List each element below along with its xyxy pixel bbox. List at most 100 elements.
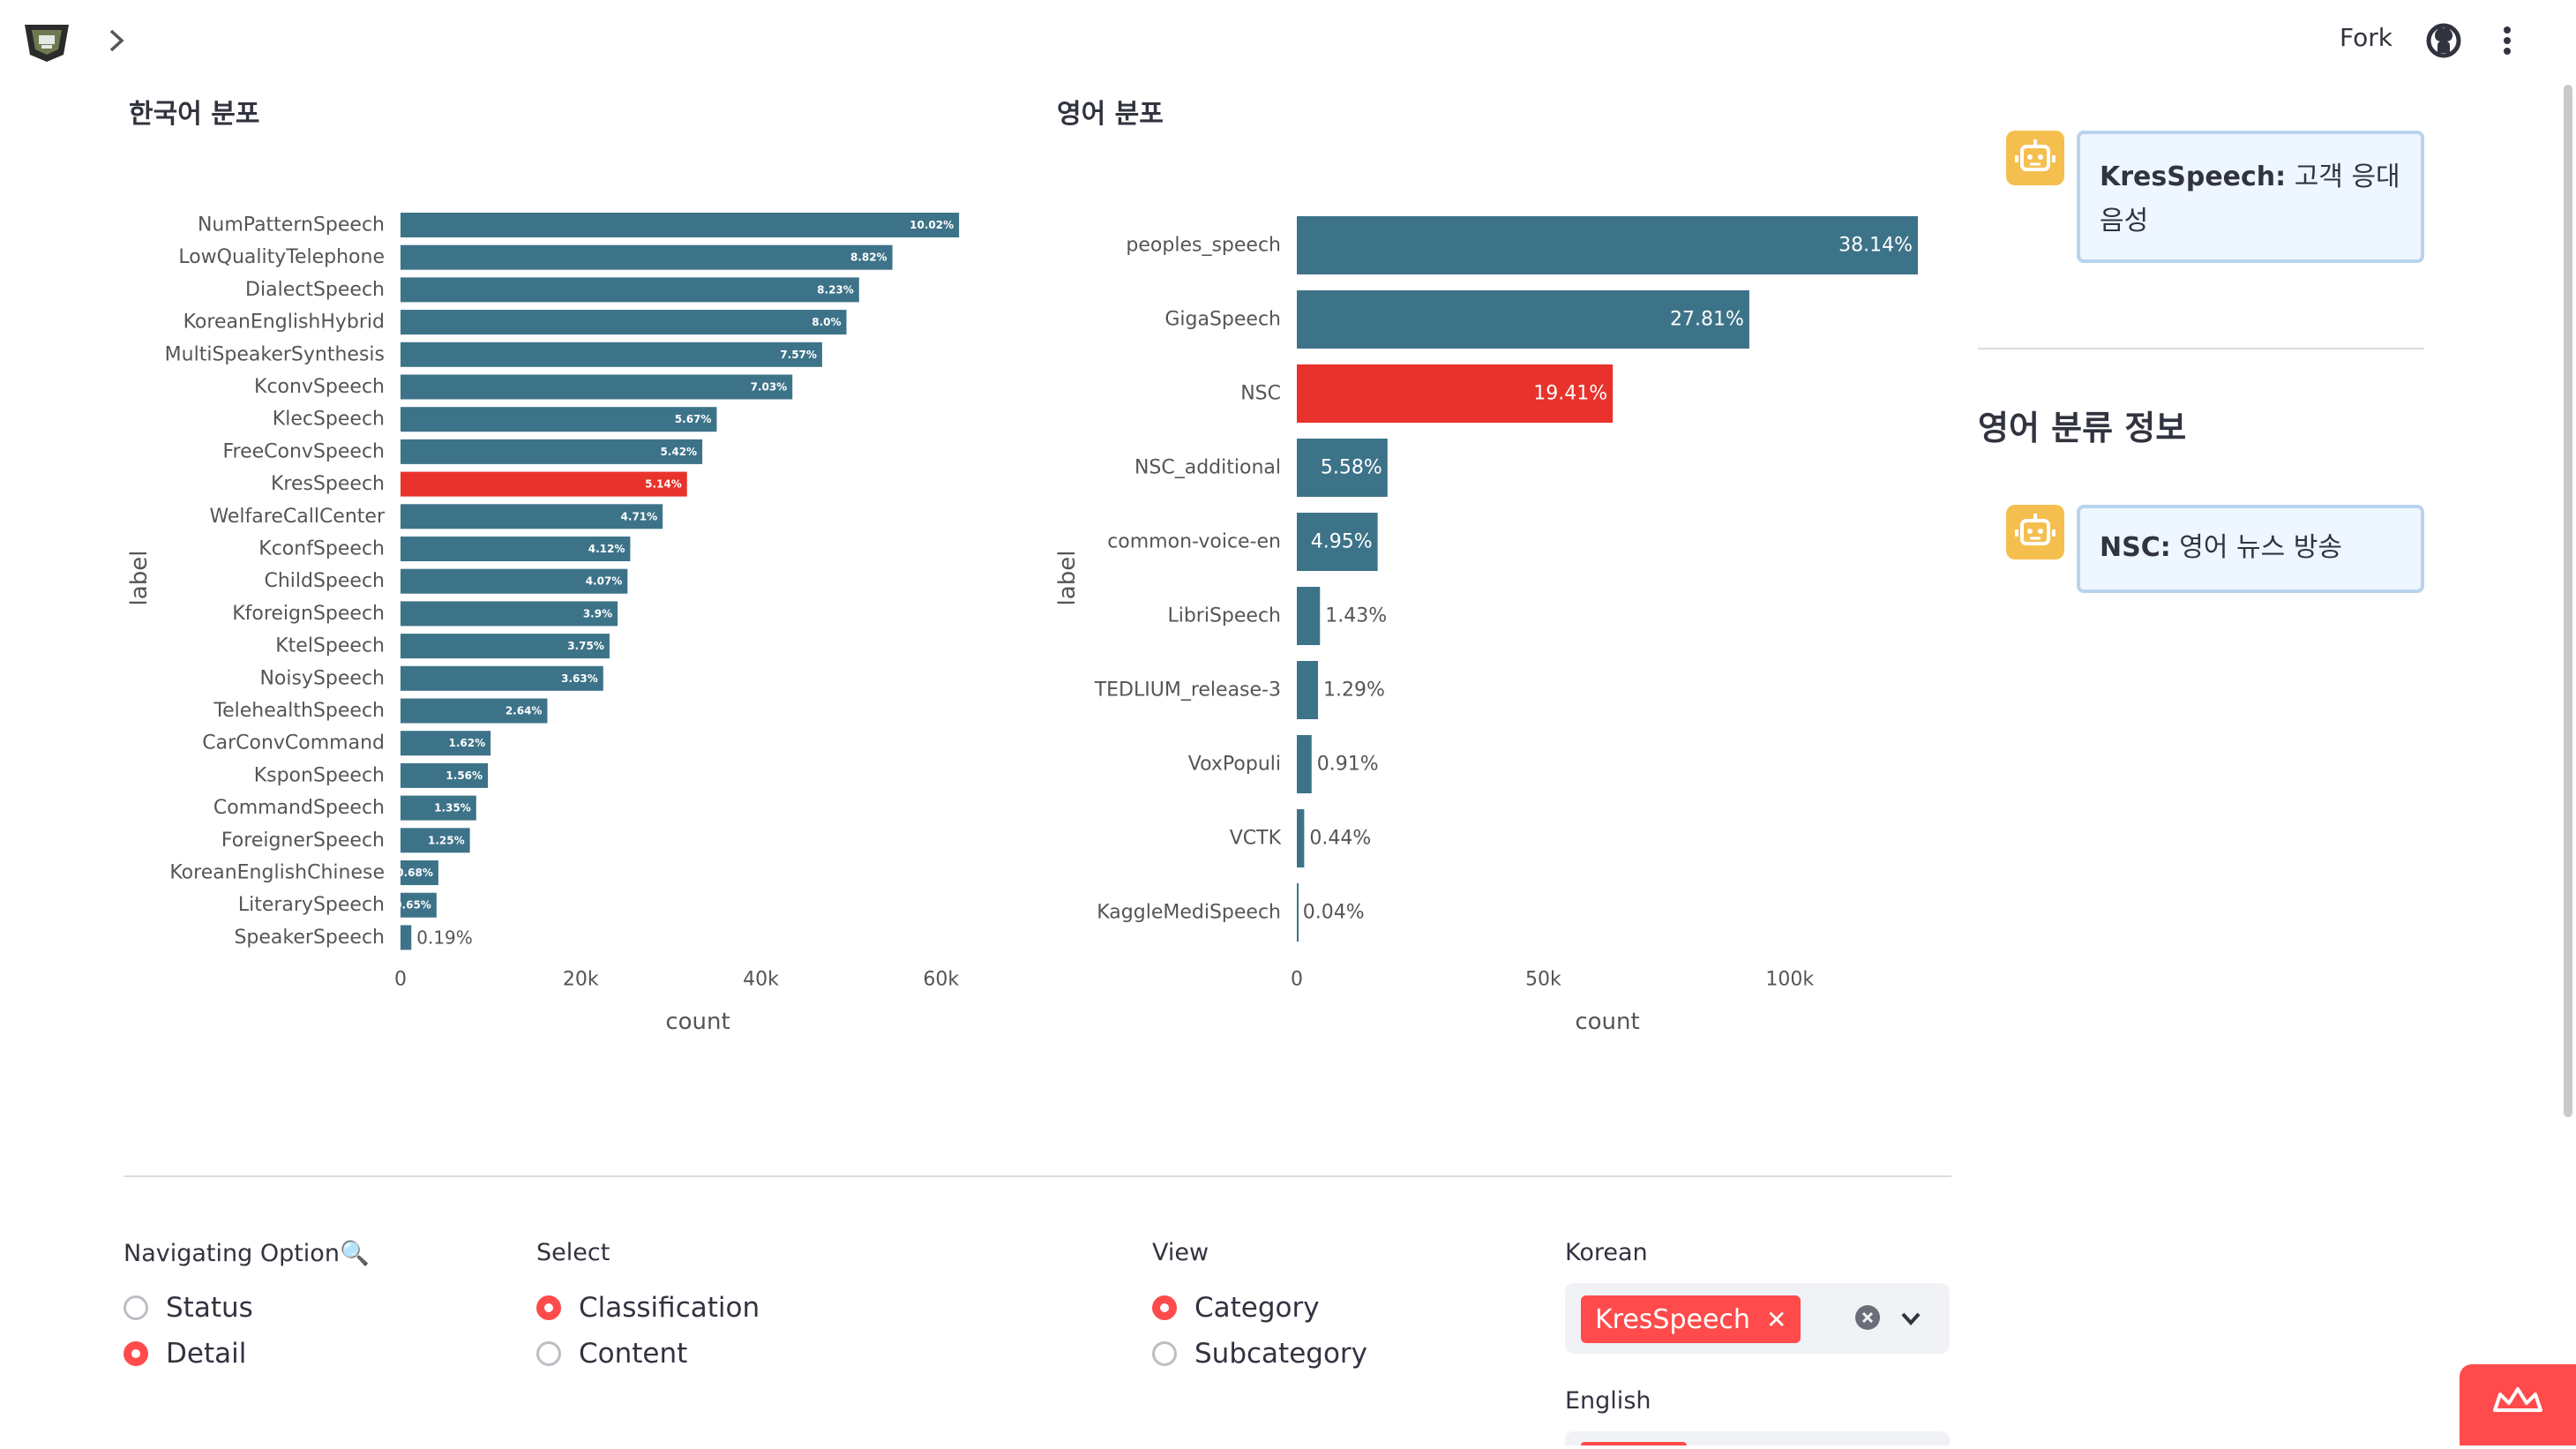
bar bbox=[1297, 883, 1299, 942]
data-label: 0.65% bbox=[394, 899, 431, 912]
radio-category[interactable]: Category bbox=[1152, 1285, 1367, 1331]
bot-icon bbox=[2006, 505, 2064, 559]
en-info-heading: 영어 분류 정보 bbox=[1978, 409, 2187, 447]
data-label: 4.07% bbox=[586, 575, 623, 588]
data-label: 27.81% bbox=[1670, 309, 1744, 331]
x-tick-label: 40k bbox=[743, 969, 779, 991]
data-label: 4.71% bbox=[621, 510, 658, 522]
data-label: 19.41% bbox=[1533, 383, 1607, 405]
selected-tag[interactable] bbox=[1581, 1442, 1687, 1445]
bar bbox=[401, 374, 793, 400]
x-axis-label: count bbox=[1575, 1009, 1639, 1035]
x-tick-label: 0 bbox=[394, 969, 407, 991]
remove-tag-icon[interactable]: ✕ bbox=[1766, 1305, 1786, 1334]
clear-icon[interactable] bbox=[1854, 1304, 1881, 1334]
category-label: CommandSpeech bbox=[213, 797, 385, 819]
category-label: LibriSpeech bbox=[1167, 605, 1281, 627]
category-label: MultiSpeakerSynthesis bbox=[165, 343, 385, 365]
radio-label: Classification bbox=[579, 1292, 760, 1324]
bar bbox=[401, 213, 960, 237]
radio-subcategory[interactable]: Subcategory bbox=[1152, 1331, 1367, 1377]
radio-circle[interactable] bbox=[1152, 1295, 1177, 1320]
radio-circle[interactable] bbox=[124, 1295, 148, 1320]
category-label: FreeConvSpeech bbox=[222, 440, 385, 462]
app-header: Fork bbox=[0, 0, 2576, 81]
x-tick-label: 60k bbox=[923, 969, 959, 991]
ko-info-message: KresSpeech: 고객 응대 음성 bbox=[2077, 131, 2424, 263]
korean-distribution-chart: NumPatternSpeech 10.02% LowQualityTelephon… bbox=[126, 213, 960, 1035]
data-label: 1.29% bbox=[1323, 679, 1385, 702]
radio-content[interactable]: Content bbox=[536, 1331, 760, 1377]
bar bbox=[401, 244, 893, 270]
app-logo[interactable] bbox=[23, 19, 71, 64]
radio-circle[interactable] bbox=[536, 1295, 561, 1320]
korean-select-label: Korean bbox=[1565, 1239, 1648, 1266]
selected-tag[interactable]: KresSpeech ✕ bbox=[1581, 1295, 1801, 1343]
data-label: 4.95% bbox=[1311, 531, 1373, 553]
data-label: 7.03% bbox=[751, 381, 788, 394]
category-label: NSC_additional bbox=[1134, 457, 1281, 479]
data-label: 5.14% bbox=[645, 478, 682, 491]
bar bbox=[401, 439, 703, 464]
data-label: 5.42% bbox=[660, 446, 697, 458]
category-label: KoreanEnglishChinese bbox=[169, 862, 385, 884]
bar bbox=[401, 471, 687, 497]
data-label: 5.58% bbox=[1321, 457, 1382, 479]
radio-classification[interactable]: Classification bbox=[536, 1285, 760, 1331]
radio-detail[interactable]: Detail bbox=[124, 1331, 253, 1377]
data-label: 1.25% bbox=[428, 834, 465, 846]
fork-button[interactable]: Fork bbox=[2340, 23, 2393, 52]
more-menu-icon[interactable] bbox=[2488, 21, 2527, 60]
view-radio-group: Category Subcategory bbox=[1152, 1285, 1367, 1377]
scrollbar[interactable] bbox=[2564, 85, 2572, 1117]
x-tick-label: 20k bbox=[563, 969, 599, 991]
chevron-down-icon[interactable] bbox=[1898, 1306, 1923, 1334]
nav-option-radio-group: Status Detail bbox=[124, 1285, 253, 1377]
bar bbox=[401, 925, 412, 950]
category-label: SpeakerSpeech bbox=[234, 927, 385, 949]
radio-status[interactable]: Status bbox=[124, 1285, 253, 1331]
english-multiselect[interactable] bbox=[1565, 1431, 1950, 1445]
streamlit-badge[interactable] bbox=[2460, 1364, 2576, 1445]
bar bbox=[401, 310, 847, 335]
category-label: LiterarySpeech bbox=[238, 894, 385, 916]
data-label: 10.02% bbox=[910, 219, 954, 231]
data-label: 3.9% bbox=[583, 607, 612, 619]
category-label: KconfSpeech bbox=[258, 538, 385, 560]
data-label: 7.57% bbox=[780, 349, 817, 361]
category-label: TEDLIUM_release-3 bbox=[1094, 679, 1281, 702]
data-label: 8.82% bbox=[850, 252, 887, 264]
data-label: 8.0% bbox=[812, 316, 841, 328]
category-label: KoreanEnglishHybrid bbox=[183, 312, 385, 334]
github-icon[interactable] bbox=[2424, 21, 2463, 60]
radio-circle[interactable] bbox=[1152, 1341, 1177, 1366]
category-label: NoisySpeech bbox=[259, 667, 385, 689]
data-label: 0.04% bbox=[1303, 902, 1365, 924]
en-chart-title: 영어 분포 bbox=[1057, 99, 1164, 130]
divider bbox=[1978, 348, 2424, 349]
radio-circle[interactable] bbox=[536, 1341, 561, 1366]
category-label: KresSpeech bbox=[271, 473, 385, 495]
category-label: NumPatternSpeech bbox=[198, 214, 385, 236]
bar bbox=[401, 277, 859, 303]
category-label: VCTK bbox=[1230, 828, 1282, 850]
radio-circle[interactable] bbox=[124, 1341, 148, 1366]
view-label: View bbox=[1152, 1239, 1209, 1266]
data-label: 0.44% bbox=[1309, 828, 1371, 850]
data-label: 3.75% bbox=[567, 640, 604, 652]
bar bbox=[401, 342, 822, 367]
category-label: LowQualityTelephone bbox=[178, 246, 385, 268]
data-label: 5.67% bbox=[675, 413, 712, 425]
bar bbox=[1297, 735, 1312, 793]
radio-label: Category bbox=[1194, 1292, 1320, 1324]
category-label: TelehealthSpeech bbox=[213, 700, 385, 722]
y-axis-label: label bbox=[1054, 551, 1081, 606]
chevron-right-icon[interactable] bbox=[97, 21, 136, 60]
category-label: WelfareCallCenter bbox=[209, 506, 386, 528]
category-label: KtelSpeech bbox=[275, 635, 385, 657]
category-label: common-voice-en bbox=[1107, 531, 1281, 553]
category-label: GigaSpeech bbox=[1164, 309, 1281, 331]
category-label: DialectSpeech bbox=[245, 279, 385, 301]
korean-multiselect[interactable]: KresSpeech ✕ bbox=[1565, 1283, 1950, 1354]
category-label: KsponSpeech bbox=[254, 764, 385, 786]
